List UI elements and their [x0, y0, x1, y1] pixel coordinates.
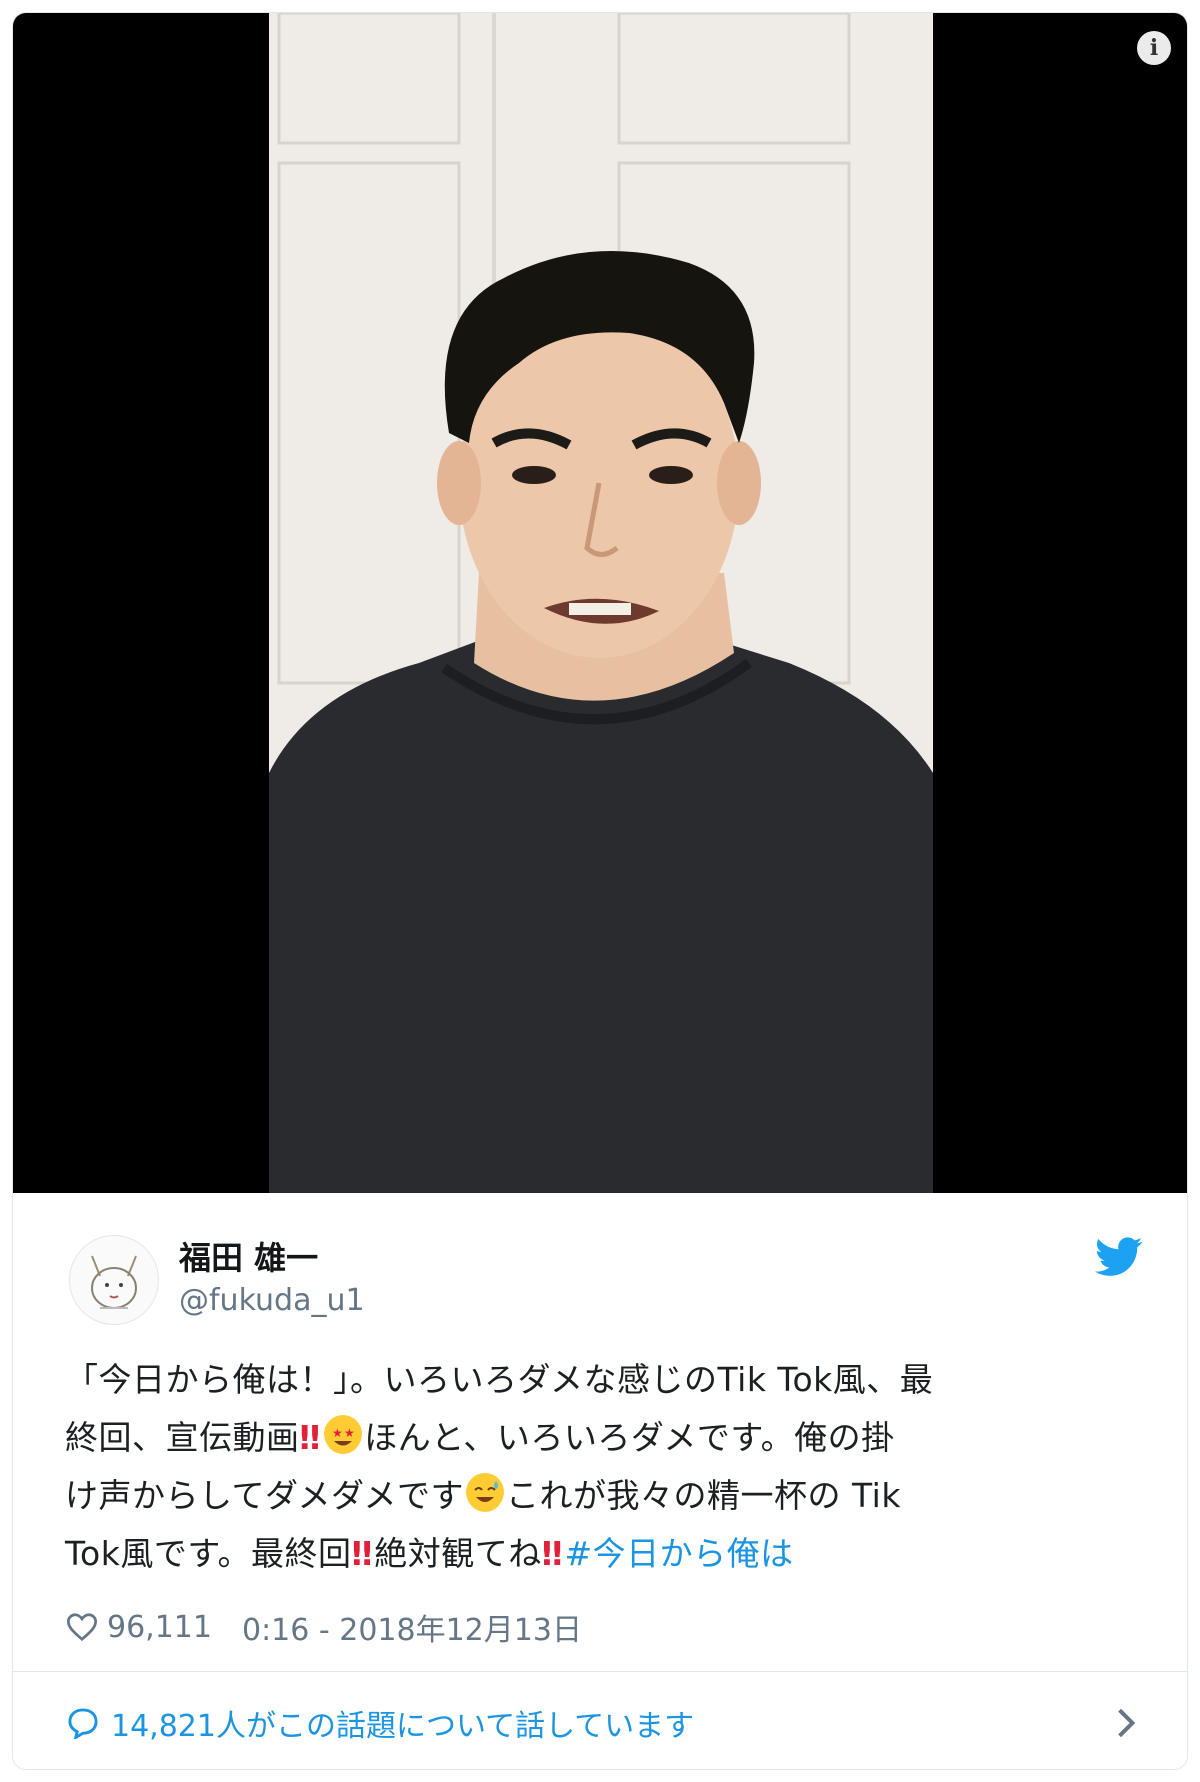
- user-handle[interactable]: @fukuda_u1: [179, 1283, 365, 1318]
- tweet-text-line3b: これが我々の精一杯の Tik: [506, 1476, 901, 1515]
- display-name[interactable]: 福田 雄一: [179, 1233, 318, 1279]
- speech-bubble-icon: [68, 1708, 98, 1739]
- discussion-text[interactable]: 14,821人がこの話題について話しています: [111, 1701, 694, 1745]
- tweet-text: 「今日から俺は！」。いろいろダメな感じのTik Tok風、最 終回、宣伝動画‼ ★…: [65, 1351, 1145, 1583]
- avatar[interactable]: [69, 1235, 159, 1325]
- tweet-text-line2a: 終回、宣伝動画: [65, 1418, 300, 1457]
- video-player[interactable]: i: [13, 13, 1187, 1193]
- video-still-man-grimacing: [269, 13, 933, 1193]
- svg-text:★: ★: [332, 1426, 343, 1440]
- tweet-body: 福田 雄一 @fukuda_u1 「今日から俺は！」。いろいろダメな感じのTik…: [13, 1193, 1187, 1769]
- chevron-right-icon[interactable]: [1115, 1707, 1137, 1739]
- discussion-link[interactable]: 14,821人がこの話題について話しています: [65, 1701, 694, 1745]
- tweet-text-line2b: ほんと、いろいろダメです。俺の掛: [364, 1418, 895, 1457]
- twitter-bird-icon[interactable]: [1095, 1237, 1143, 1277]
- tweet-text-line4b: 絶対観てね: [374, 1534, 542, 1573]
- tweet-timestamp[interactable]: 0:16 - 2018年12月13日: [242, 1605, 582, 1649]
- star-eyes-emoji: ★ ★: [324, 1415, 363, 1454]
- info-icon[interactable]: i: [1137, 31, 1171, 65]
- sweat-smile-emoji: [466, 1473, 505, 1512]
- tweet-embed-card: i 福田 雄一 @fukuda_u1 「今日から俺は！」。いろいろダメな感じのT…: [12, 12, 1188, 1770]
- video-frame[interactable]: [269, 13, 933, 1193]
- tweet-text-line1: 「今日から俺は！」。いろいろダメな感じのTik Tok風、最: [65, 1360, 934, 1399]
- tweet-text-line3a: け声からしてダメダメです: [65, 1476, 465, 1515]
- hashtag-link[interactable]: #今日から俺は: [564, 1534, 793, 1573]
- svg-text:★: ★: [344, 1426, 355, 1440]
- like-count[interactable]: 96,111: [107, 1610, 212, 1645]
- avatar-illustration: [91, 1255, 137, 1309]
- tweet-meta: 96,111 0:16 - 2018年12月13日: [65, 1605, 582, 1649]
- double-exclamation-icon: ‼: [351, 1534, 373, 1573]
- divider: [13, 1671, 1187, 1672]
- double-exclamation-icon: ‼: [541, 1534, 563, 1573]
- tweet-text-line4a: Tok風です。最終回: [65, 1534, 352, 1573]
- heart-icon[interactable]: [65, 1612, 99, 1642]
- double-exclamation-icon: ‼: [299, 1418, 321, 1457]
